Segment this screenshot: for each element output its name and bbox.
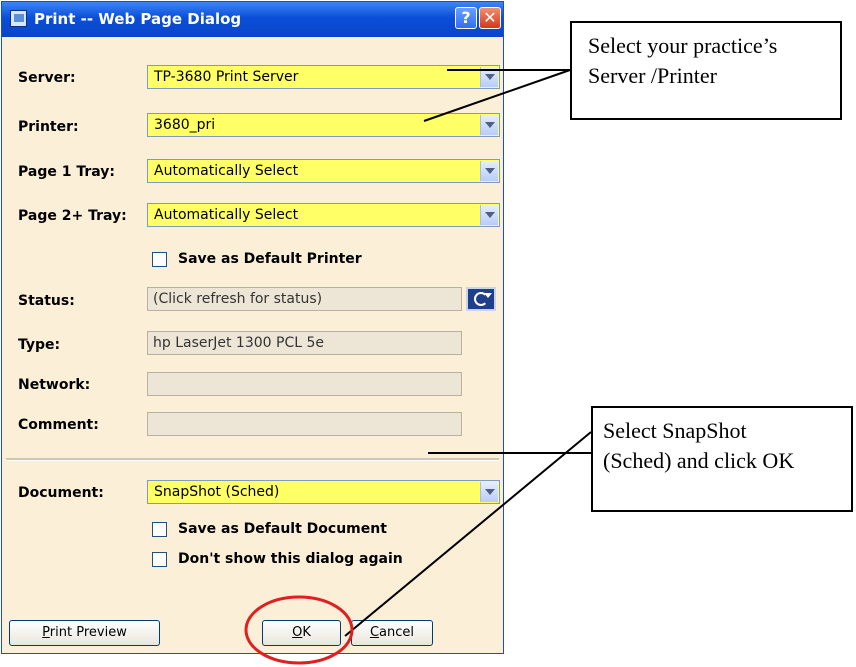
pointer-line-printer xyxy=(423,69,571,122)
annotation-overlay xyxy=(244,69,592,665)
ok-highlight-circle xyxy=(244,595,354,665)
pointer-line-ok xyxy=(344,431,592,637)
